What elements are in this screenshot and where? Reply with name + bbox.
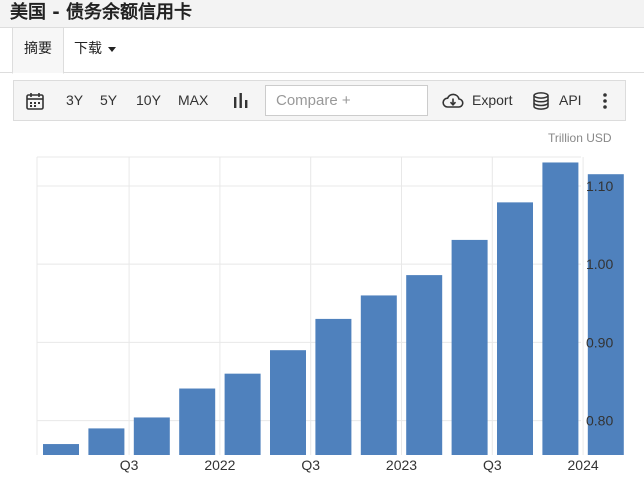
x-tick-label: 2023 (386, 457, 417, 473)
y-tick-label: 0.80 (586, 413, 613, 429)
chart-bar[interactable] (224, 373, 261, 455)
chart-bar[interactable] (43, 444, 79, 455)
chart-bar[interactable] (88, 428, 125, 455)
chart-bar[interactable] (542, 162, 579, 455)
x-tick-label: 2022 (204, 457, 235, 473)
chart-bar[interactable] (497, 202, 533, 455)
chart-bar[interactable] (451, 239, 488, 455)
y-tick-label: 1.00 (586, 256, 613, 272)
chart-bar[interactable] (270, 350, 306, 455)
chart-bar[interactable] (133, 417, 170, 455)
chart-bar[interactable] (406, 275, 443, 455)
chart-bar[interactable] (315, 318, 352, 455)
chart-bars (43, 162, 624, 456)
bar-chart: 0.80 0.90 1.00 1.10 Q3 2022 Q3 2023 Q3 2024 (36, 156, 624, 473)
chart-bar[interactable] (179, 388, 216, 455)
x-axis-ticks: Q3 2022 Q3 2023 Q3 2024 (120, 457, 599, 473)
y-tick-label: 0.90 (586, 334, 613, 350)
x-tick-label: Q3 (301, 457, 320, 473)
x-tick-label: 2024 (568, 457, 599, 473)
chart-bar[interactable] (360, 295, 397, 455)
x-tick-label: Q3 (120, 457, 139, 473)
y-tick-label: 1.10 (586, 178, 613, 194)
x-tick-label: Q3 (483, 457, 502, 473)
